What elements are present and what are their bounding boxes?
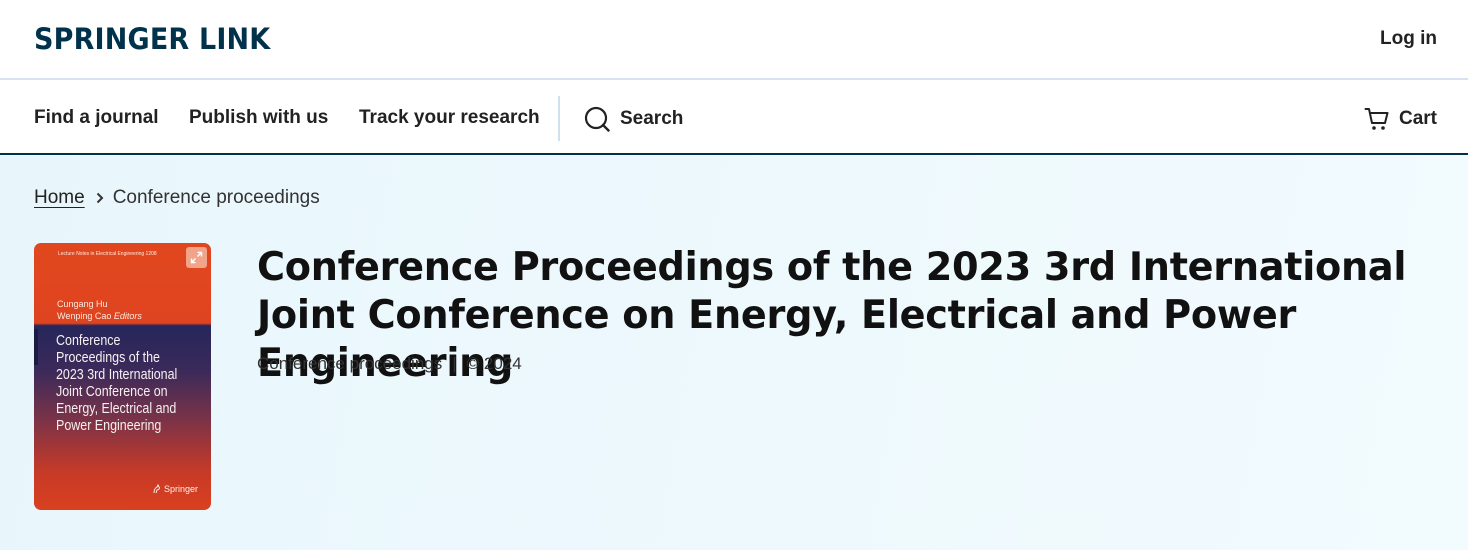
cart-button[interactable]: Cart xyxy=(1364,105,1437,133)
cover-series: Lecture Notes in Electrical Engineering … xyxy=(58,251,157,257)
main-nav: Find a journal Publish with us Track you… xyxy=(0,81,1468,155)
springer-horse-icon xyxy=(153,484,160,494)
cover-editors-label: Editors xyxy=(113,311,142,321)
cover-editor: Wenping Cao Editors xyxy=(57,311,142,321)
breadcrumb-current: Conference proceedings xyxy=(112,187,320,208)
book-cover[interactable]: Lecture Notes in Electrical Engineering … xyxy=(34,243,211,510)
site-header: SPRINGER LINK Log in xyxy=(0,0,1468,80)
springer-link-logo[interactable]: SPRINGER LINK xyxy=(34,22,270,56)
cart-icon xyxy=(1364,108,1389,130)
nav-track-research[interactable]: Track your research xyxy=(359,107,540,129)
cart-label: Cart xyxy=(1398,108,1437,129)
cover-publisher: Springer xyxy=(152,484,198,494)
login-link[interactable]: Log in xyxy=(1380,28,1437,50)
meta-separator: | xyxy=(452,354,457,373)
search-label: Search xyxy=(620,108,684,129)
book-meta: Conference proceedings | © 2024 xyxy=(257,354,522,374)
cover-title: Conference Proceedings of the 2023 3rd I… xyxy=(56,333,178,434)
content-type: Conference proceedings xyxy=(257,354,443,373)
search-icon xyxy=(584,106,610,132)
copyright-year: © 2024 xyxy=(466,354,522,373)
nav-find-journal[interactable]: Find a journal xyxy=(34,107,159,129)
nav-publish-with-us[interactable]: Publish with us xyxy=(189,107,328,129)
nav-divider xyxy=(558,96,560,141)
breadcrumb-home[interactable]: Home xyxy=(34,187,85,209)
breadcrumb: Home Conference proceedings xyxy=(34,187,320,209)
chevron-right-icon xyxy=(95,192,105,204)
cover-editor: Cungang Hu xyxy=(57,299,108,309)
cover-editor-name: Wenping Cao xyxy=(57,311,112,321)
cover-band xyxy=(34,329,38,365)
publisher-name: Springer xyxy=(164,484,199,494)
search-button[interactable]: Search xyxy=(584,105,683,133)
book-hero: Home Conference proceedings Lecture Note… xyxy=(0,156,1468,550)
expand-icon[interactable] xyxy=(186,247,207,268)
